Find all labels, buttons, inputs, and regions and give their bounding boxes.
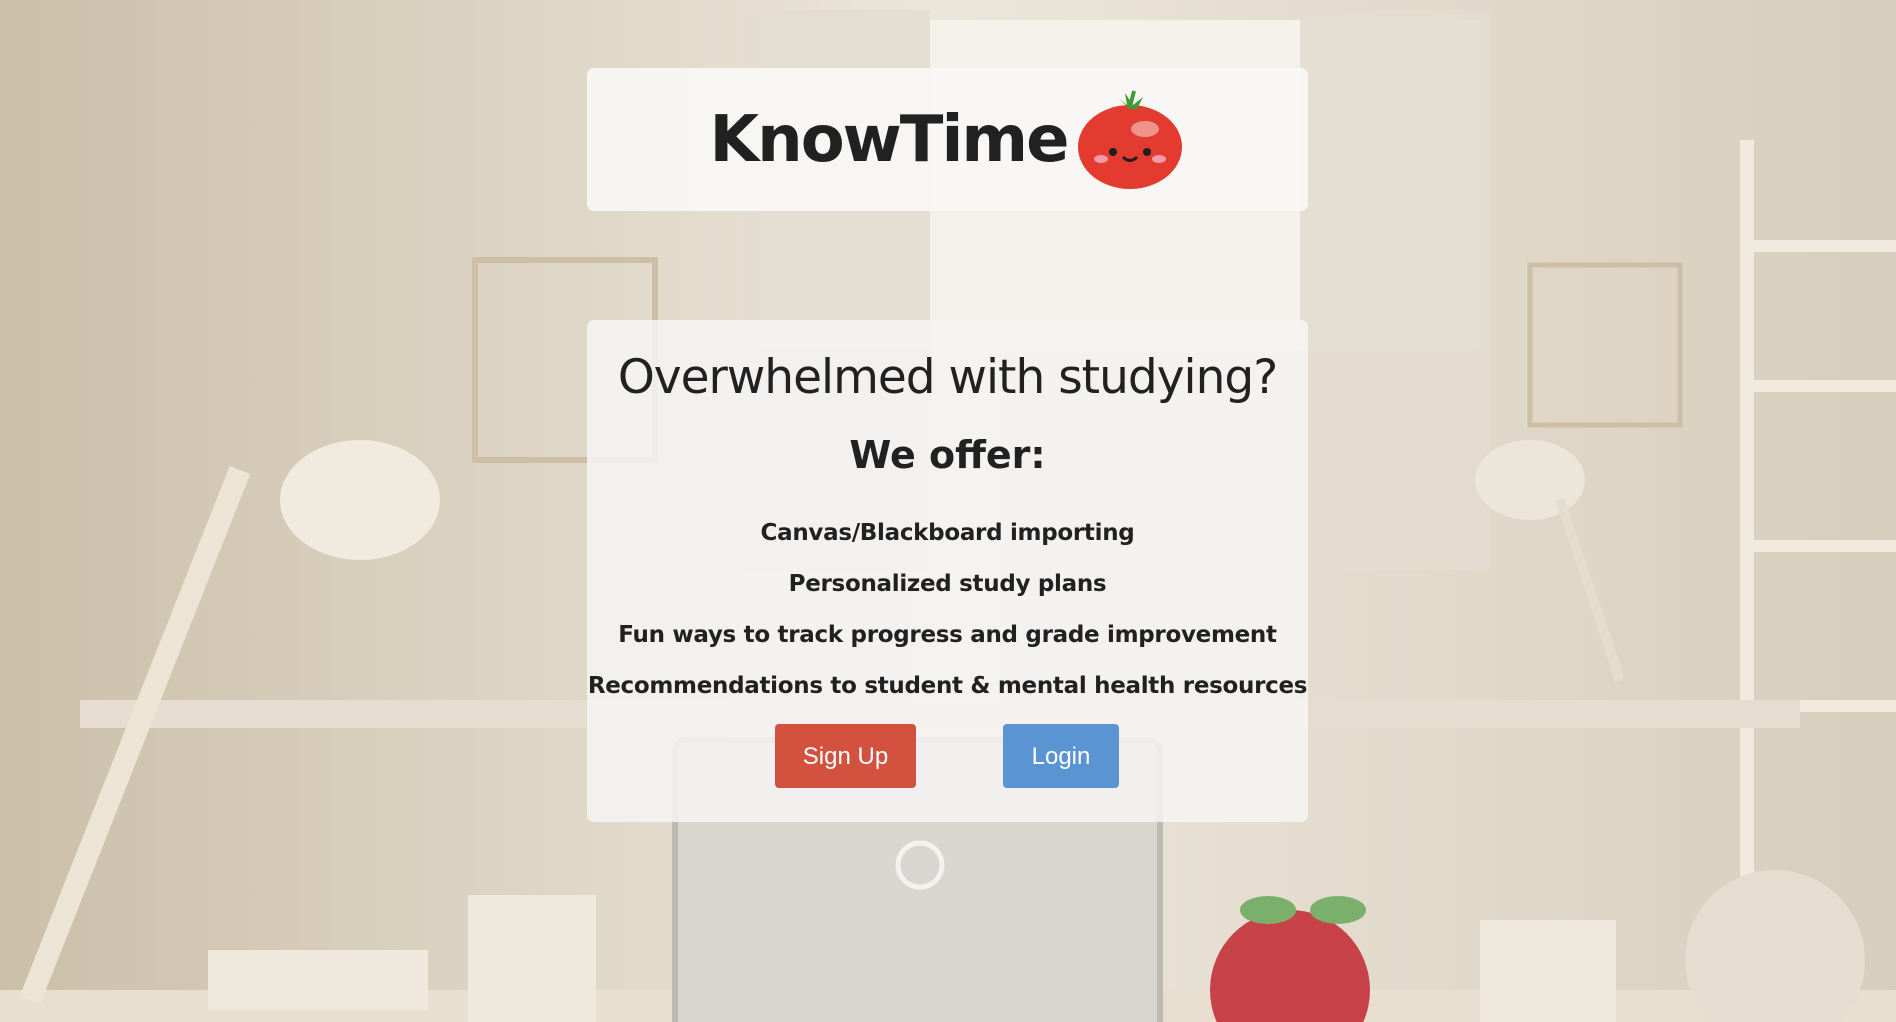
feature-item-resources: Recommendations to student & mental heal…: [587, 673, 1308, 699]
feature-list: Canvas/Blackboard importing Personalized…: [587, 508, 1308, 712]
feature-item-study-plans: Personalized study plans: [788, 571, 1107, 597]
headline: Overwhelmed with studying?: [617, 350, 1278, 405]
signup-button[interactable]: Sign Up: [775, 724, 916, 788]
feature-item-progress: Fun ways to track progress and grade imp…: [618, 622, 1277, 648]
brand-title: KnowTime: [709, 102, 1070, 177]
tomato-icon: [1078, 90, 1183, 189]
main-card: Overwhelmed with studying? We offer: Can…: [587, 320, 1308, 822]
offer-title: We offer:: [849, 433, 1046, 477]
header-card: KnowTime: [587, 68, 1308, 211]
login-button[interactable]: Login: [1003, 724, 1119, 788]
feature-item-import: Canvas/Blackboard importing: [760, 520, 1135, 546]
